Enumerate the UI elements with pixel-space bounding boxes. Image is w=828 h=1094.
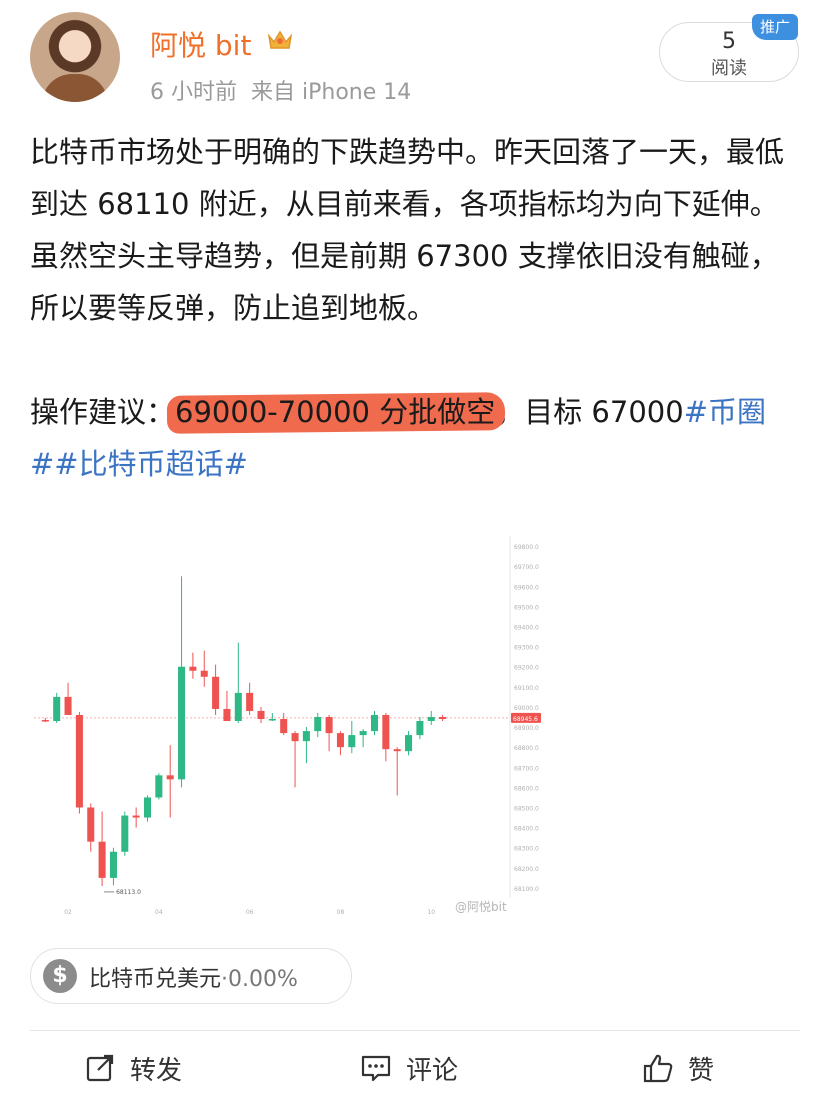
- candle-body: [53, 696, 61, 722]
- dollar-icon: $: [43, 959, 77, 993]
- y-tick-label: 68300.0: [514, 846, 539, 853]
- candle-body: [268, 719, 276, 721]
- current-price-label: 68945.6: [513, 716, 538, 723]
- advice-label: 操作建议：: [30, 395, 176, 429]
- topic-tag-chip[interactable]: $ 比特币兑美元·0.00%: [30, 948, 352, 1004]
- candle-body: [314, 717, 322, 732]
- y-tick-label: 68800.0: [514, 745, 539, 752]
- y-tick-label: 69400.0: [514, 625, 539, 632]
- read-label: 阅读: [711, 58, 747, 79]
- x-tick-label: 08: [337, 909, 345, 916]
- candle-body: [212, 676, 220, 709]
- advice-highlight: 69000-70000 分批做空: [175, 386, 495, 438]
- candle-body: [41, 720, 49, 722]
- candle-body: [132, 815, 140, 818]
- post-paragraph-1: 比特币市场处于明确的下跌趋势中。昨天回落了一天，最低到达 68110 附近，从目…: [30, 135, 785, 221]
- trade-advice: 操作建议：69000-70000 分批做空，目标 67000#币圈##比特币超话…: [30, 386, 800, 490]
- candle-body: [382, 714, 390, 750]
- candle-body: [291, 733, 299, 742]
- y-tick-label: 69000.0: [514, 705, 539, 712]
- y-tick-label: 69200.0: [514, 665, 539, 672]
- price-chart[interactable]: 69800.0 69700.0 69600.0 69500.0 69400.0 69300…: [28, 528, 568, 928]
- y-tick-label: 68400.0: [514, 826, 539, 833]
- candle-body: [109, 851, 117, 878]
- y-tick-label: 69300.0: [514, 645, 539, 652]
- watermark: @阿悦bit: [455, 900, 507, 914]
- comment-button[interactable]: 评论: [360, 1046, 458, 1090]
- y-tick-label: 69700.0: [514, 564, 539, 571]
- y-tick-label: 69500.0: [514, 604, 539, 611]
- candle-body: [393, 749, 401, 752]
- x-tick-label: 02: [64, 909, 72, 916]
- candle-body: [427, 717, 435, 722]
- post-meta: 6 小时前 来自 iPhone 14: [150, 74, 411, 106]
- candle-body: [178, 666, 186, 780]
- candle-body: [166, 775, 174, 780]
- thumbs-up-icon: [643, 1054, 673, 1083]
- comment-icon: [361, 1055, 391, 1082]
- y-tick-label: 68600.0: [514, 785, 539, 792]
- candle-body: [359, 731, 367, 736]
- candle-body: [155, 775, 163, 798]
- candle-body: [302, 731, 310, 742]
- candle-body: [64, 696, 72, 715]
- advice-rest: ，目标 67000: [495, 395, 684, 429]
- candle-body: [200, 670, 208, 677]
- author-name[interactable]: 阿悦 bit: [150, 24, 251, 64]
- candle-body: [257, 710, 265, 720]
- post-body: 比特币市场处于明确的下跌趋势中。昨天回落了一天，最低到达 68110 附近，从目…: [30, 126, 800, 490]
- candle-body: [189, 666, 197, 671]
- candle-body: [439, 717, 447, 720]
- avatar[interactable]: [30, 12, 120, 102]
- x-tick-label: 06: [246, 909, 254, 916]
- candle-body: [234, 692, 242, 722]
- candle-body: [246, 692, 254, 711]
- candlestick-chart: 69800.0 69700.0 69600.0 69500.0 69400.0 69300…: [34, 536, 541, 916]
- candle-body: [223, 708, 231, 722]
- candle-body: [121, 815, 129, 852]
- y-tick-label: 68200.0: [514, 866, 539, 873]
- y-tick-label: 68100.0: [514, 886, 539, 893]
- post-time: 6 小时前: [150, 80, 237, 105]
- candle-body: [325, 717, 333, 734]
- y-tick-label: 69100.0: [514, 685, 539, 692]
- repost-icon: [86, 1054, 114, 1082]
- y-tick-label: 69600.0: [514, 584, 539, 591]
- candle-body: [348, 735, 356, 748]
- repost-button[interactable]: 转发: [84, 1046, 182, 1090]
- candle-body: [405, 735, 413, 752]
- like-label: 赞: [688, 1055, 715, 1086]
- candle-body: [75, 714, 83, 808]
- y-tick-label: 68900.0: [514, 725, 539, 732]
- like-button[interactable]: 赞: [642, 1046, 714, 1090]
- divider: [30, 1030, 800, 1031]
- y-tick-label: 68700.0: [514, 765, 539, 772]
- crown-icon: [267, 30, 293, 49]
- candle-body: [280, 719, 288, 734]
- promo-badge[interactable]: 推广: [752, 14, 798, 40]
- tag-change: ·0.00%: [221, 967, 298, 992]
- low-price-label: 68113.0: [116, 889, 141, 896]
- y-tick-label: 68500.0: [514, 806, 539, 813]
- comment-label: 评论: [406, 1055, 459, 1086]
- candle-body: [87, 807, 95, 842]
- candle-body: [416, 721, 424, 736]
- x-tick-label: 10: [427, 909, 435, 916]
- candle-body: [143, 797, 152, 818]
- y-tick-label: 69800.0: [514, 544, 539, 551]
- post-source: 来自 iPhone 14: [251, 80, 412, 105]
- repost-label: 转发: [130, 1055, 183, 1086]
- post-header: 阿悦 bit 6 小时前 来自 iPhone 14 5 阅读 推广: [0, 0, 828, 120]
- post-paragraph-2: 虽然空头主导趋势，但是前期 67300 支撑依旧没有触碰，所以要等反弹，防止追到…: [30, 239, 779, 325]
- candle-body: [370, 714, 379, 732]
- candle-body: [98, 841, 106, 878]
- tag-name: 比特币兑美元: [89, 967, 222, 992]
- x-tick-label: 04: [155, 909, 163, 916]
- candle-body: [336, 733, 344, 748]
- tag-text: 比特币兑美元·0.00%: [89, 961, 298, 993]
